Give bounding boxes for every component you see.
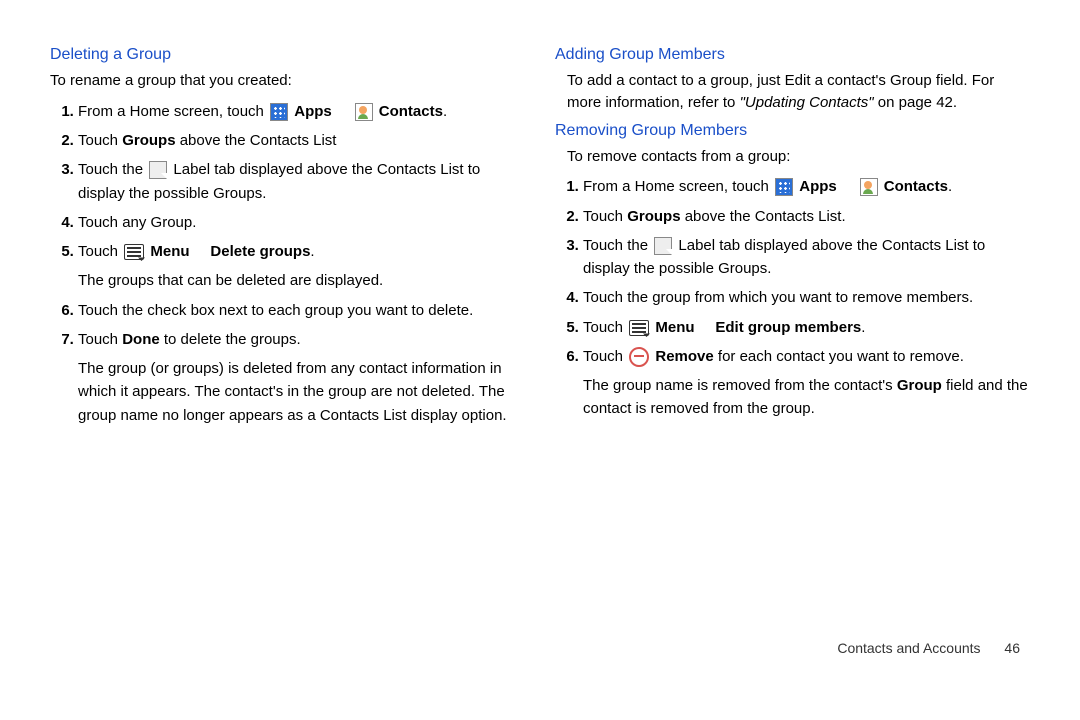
apps-label: Apps [799, 178, 837, 195]
remove-label: Remove [655, 348, 713, 365]
step-3: Touch the Label tab displayed above the … [78, 158, 525, 205]
contacts-icon [355, 103, 373, 121]
removing-intro: To remove contacts from a group: [567, 146, 1030, 168]
footer-section: Contacts and Accounts [837, 640, 980, 656]
step-7-sub: The group (or groups) is deleted from an… [78, 357, 525, 427]
r-step-5: Touch Menu Edit group members. [583, 316, 1030, 339]
adding-members-text: To add a contact to a group, just Edit a… [567, 70, 1030, 114]
heading-removing-members: Removing Group Members [555, 122, 1030, 140]
apps-icon [775, 178, 793, 196]
contacts-label: Contacts [884, 178, 948, 195]
r-step-1: From a Home screen, touch Apps Contacts. [583, 175, 1030, 198]
apps-label: Apps [294, 103, 332, 120]
steps-list-left: From a Home screen, touch Apps Contacts.… [50, 100, 525, 427]
steps-list-right: From a Home screen, touch Apps Contacts.… [555, 175, 1030, 420]
r-step-6: Touch Remove for each contact you want t… [583, 345, 1030, 421]
footer-page-number: 46 [1004, 640, 1020, 656]
heading-adding-members: Adding Group Members [555, 46, 1030, 64]
intro-text: To rename a group that you created: [50, 70, 525, 92]
step-5-sub: The groups that can be deleted are displ… [78, 269, 525, 292]
label-tab-icon [654, 237, 672, 255]
r-step-4: Touch the group from which you want to r… [583, 286, 1030, 309]
r-step-3: Touch the Label tab displayed above the … [583, 234, 1030, 281]
menu-icon [629, 320, 649, 336]
step-2: Touch Groups above the Contacts List [78, 129, 525, 152]
step-1: From a Home screen, touch Apps Contacts. [78, 100, 525, 123]
page-content: Deleting a Group To rename a group that … [0, 0, 1080, 640]
step-6: Touch the check box next to each group y… [78, 299, 525, 322]
menu-label: Menu [150, 243, 189, 260]
remove-icon [629, 347, 649, 367]
heading-deleting-group: Deleting a Group [50, 46, 525, 64]
contacts-label: Contacts [379, 103, 443, 120]
menu-label: Menu [655, 319, 694, 336]
delete-groups-label: Delete groups [210, 243, 310, 260]
apps-icon [270, 103, 288, 121]
step-5: Touch Menu Delete groups. The groups tha… [78, 240, 525, 293]
edit-group-members-label: Edit group members [715, 319, 861, 336]
r-step-2: Touch Groups above the Contacts List. [583, 205, 1030, 228]
page-footer: Contacts and Accounts 46 [0, 640, 1080, 676]
step-4: Touch any Group. [78, 211, 525, 234]
label-tab-icon [149, 161, 167, 179]
r-step-6-sub: The group name is removed from the conta… [583, 374, 1030, 421]
right-column: Adding Group Members To add a contact to… [555, 40, 1030, 620]
ref-updating-contacts: "Updating Contacts" [740, 94, 874, 111]
step-7: Touch Done to delete the groups. The gro… [78, 328, 525, 427]
menu-icon [124, 244, 144, 260]
left-column: Deleting a Group To rename a group that … [50, 40, 525, 620]
contacts-icon [860, 178, 878, 196]
